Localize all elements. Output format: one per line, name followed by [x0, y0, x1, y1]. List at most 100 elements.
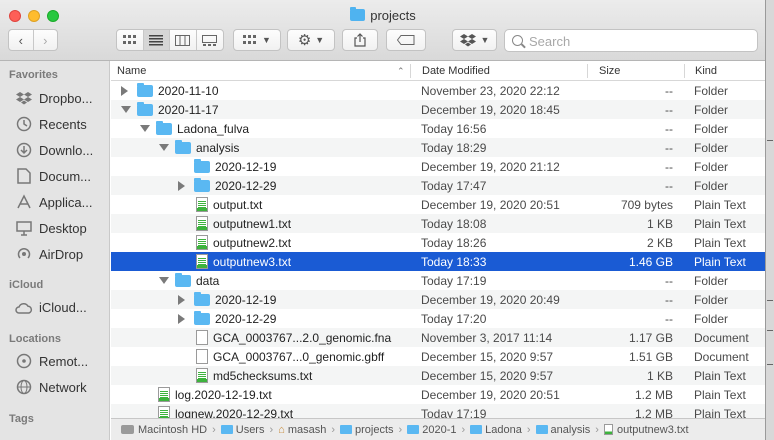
folder-row[interactable]: 2020-12-19 December 19, 2020 20:49 -- Folde… [111, 290, 765, 309]
folder-row[interactable]: 2020-11-17 December 19, 2020 18:45 -- Folde… [111, 100, 765, 119]
disclosure-open-icon[interactable] [140, 125, 150, 132]
sidebar-item-documents[interactable]: Docum... [15, 166, 91, 186]
disclosure-open-icon[interactable] [159, 144, 169, 151]
file-kind: Plain Text [694, 388, 746, 402]
sidebar-item-desktop[interactable]: Desktop [15, 218, 87, 238]
folder-icon [407, 425, 420, 434]
path-crumb[interactable]: analysis [535, 424, 590, 436]
path-separator-icon: › [212, 423, 216, 436]
sidebar-item-dropbox[interactable]: Dropbo... [15, 88, 92, 108]
forward-button[interactable]: › [34, 30, 58, 50]
date-modified: Today 18:08 [421, 217, 487, 231]
folder-icon [350, 7, 366, 21]
folder-row[interactable]: 2020-12-29 Today 17:47 -- Folder [111, 176, 765, 195]
sidebar-section-icloud: iCloud [9, 279, 44, 291]
sidebar-item-recents[interactable]: Recents [15, 114, 87, 134]
file-kind: Document [694, 350, 749, 364]
folder-row[interactable]: 2020-12-29 Today 17:20 -- Folder [111, 309, 765, 328]
path-separator-icon: › [269, 423, 274, 436]
group-button[interactable]: ▼ [233, 29, 281, 51]
document-icon [196, 349, 208, 364]
share-button[interactable] [342, 29, 378, 51]
folder-row[interactable]: 2020-11-10 November 23, 2020 22:12 -- Folde… [111, 81, 765, 100]
file-row[interactable]: md5checksums.txt December 15, 2020 9:57 1 … [111, 366, 765, 385]
sidebar-item-network[interactable]: Network [15, 377, 87, 397]
path-separator-icon: › [398, 423, 403, 436]
column-view-icon [175, 34, 191, 46]
disc-icon [15, 353, 33, 369]
path-crumb[interactable]: ⌂ masash [278, 424, 326, 436]
search-field[interactable]: Search [504, 29, 758, 52]
sidebar-item-applications[interactable]: Applica... [15, 192, 92, 212]
gallery-view-button[interactable] [197, 30, 223, 50]
file-name: outputnew3.txt [213, 255, 292, 269]
folder-row[interactable]: 2020-12-19 December 19, 2020 21:12 -- Folde… [111, 157, 765, 176]
text-file-icon [158, 387, 170, 402]
folder-icon [156, 121, 172, 135]
sidebar-section-tags: Tags [9, 413, 34, 425]
file-row[interactable]: log.2020-12-19.txt December 19, 2020 20:5… [111, 385, 765, 404]
date-modified: December 19, 2020 20:51 [421, 198, 560, 212]
column-date-header[interactable]: Date Modified [422, 65, 490, 77]
view-mode-control [116, 29, 224, 51]
path-crumb[interactable]: projects [340, 424, 394, 436]
back-button[interactable]: ‹ [9, 30, 34, 50]
column-divider[interactable] [410, 64, 411, 78]
file-name: outputnew2.txt [213, 236, 292, 250]
path-crumb[interactable]: Ladona [470, 424, 522, 436]
path-crumb[interactable]: Macintosh HD [121, 424, 207, 436]
list-view-button[interactable] [143, 30, 170, 50]
search-placeholder: Search [529, 34, 571, 49]
chevron-down-icon: ▼ [480, 35, 490, 45]
path-separator-icon: › [461, 423, 466, 436]
path-crumb-label: Ladona [485, 423, 522, 436]
sidebar-item-downloads[interactable]: Downlo... [15, 140, 93, 160]
file-size: 1.17 GB [628, 331, 673, 345]
column-size-header[interactable]: Size [599, 65, 620, 77]
disclosure-closed-icon[interactable] [178, 295, 185, 305]
folder-row[interactable]: analysis Today 18:29 -- Folder [111, 138, 765, 157]
tag-button[interactable] [386, 29, 426, 51]
disclosure-closed-icon[interactable] [178, 181, 185, 191]
sidebar-item-icloud-drive[interactable]: iCloud... [15, 297, 87, 317]
date-modified: Today 18:26 [421, 236, 487, 250]
folder-icon [194, 292, 210, 306]
column-view-button[interactable] [170, 30, 197, 50]
file-size: -- [665, 293, 673, 307]
file-row[interactable]: GCA_0003767...0_genomic.gbff December 15,… [111, 347, 765, 366]
disclosure-closed-icon[interactable] [178, 314, 185, 324]
path-crumb[interactable]: Users [220, 424, 264, 436]
path-crumb[interactable]: 2020-1 [407, 424, 456, 436]
file-row[interactable]: outputnew1.txt Today 18:08 1 KB Plain Text [111, 214, 765, 233]
folder-row[interactable]: data Today 17:19 -- Folder [111, 271, 765, 290]
file-size: -- [665, 160, 673, 174]
column-name-header[interactable]: Name [117, 65, 146, 77]
disclosure-closed-icon[interactable] [121, 86, 128, 96]
file-row[interactable]: output.txt December 19, 2020 20:51 709 byt… [111, 195, 765, 214]
file-row[interactable]: outputnew3.txt Today 18:33 1.46 GB Plain Te… [111, 252, 765, 271]
column-divider[interactable] [587, 64, 588, 78]
file-size: -- [665, 141, 673, 155]
file-name: GCA_0003767...2.0_genomic.fna [213, 331, 392, 345]
icon-view-button[interactable] [117, 30, 144, 50]
disclosure-open-icon[interactable] [159, 277, 169, 284]
disclosure-open-icon[interactable] [121, 106, 131, 113]
path-crumb[interactable]: outputnew3.txt [603, 424, 689, 436]
file-kind: Plain Text [694, 236, 746, 250]
sidebar-item-remote-disc[interactable]: Remot... [15, 351, 88, 371]
column-kind-header[interactable]: Kind [695, 65, 717, 77]
document-icon [15, 168, 33, 184]
file-size: 1.46 GB [628, 255, 673, 269]
folder-icon [340, 425, 353, 434]
airdrop-icon [15, 246, 33, 262]
action-button[interactable]: ⚙ ▼ [287, 29, 335, 51]
date-modified: Today 17:20 [421, 312, 487, 326]
file-row[interactable]: GCA_0003767...2.0_genomic.fna November 3,… [111, 328, 765, 347]
dropbox-button[interactable]: ▼ [452, 29, 497, 51]
folder-row[interactable]: Ladona_fulva Today 16:56 -- Folder [111, 119, 765, 138]
file-row[interactable]: outputnew2.txt Today 18:26 2 KB Plain Text [111, 233, 765, 252]
file-name: analysis [196, 141, 240, 155]
date-modified: Today 18:29 [421, 141, 487, 155]
column-divider[interactable] [684, 64, 685, 78]
sidebar-item-airdrop[interactable]: AirDrop [15, 244, 83, 264]
